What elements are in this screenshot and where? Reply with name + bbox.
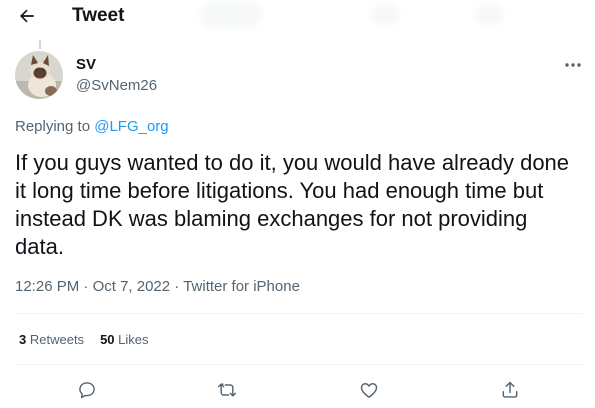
retweets-stat[interactable]: 3 Retweets <box>19 332 84 348</box>
share-button[interactable] <box>497 377 523 403</box>
avatar[interactable] <box>15 51 63 99</box>
like-button[interactable] <box>356 377 382 403</box>
reply-button[interactable] <box>74 377 100 403</box>
likes-stat[interactable]: 50 Likes <box>100 332 148 348</box>
more-options-button[interactable] <box>559 55 587 75</box>
tweet-text: If you guys wanted to do it, you would h… <box>15 150 570 259</box>
cat-avatar-icon <box>15 51 63 99</box>
replying-handle-link[interactable]: @LFG_org <box>94 118 168 135</box>
arrow-left-icon <box>20 9 34 23</box>
likes-label: Likes <box>118 332 149 347</box>
divider <box>15 364 583 365</box>
like-icon <box>360 383 378 398</box>
divider <box>15 313 583 314</box>
thread-line <box>39 40 41 49</box>
replying-prefix: Replying to <box>15 118 91 135</box>
tweet-page: Tweet SV @SvNem26 Replying to @LFG_org I… <box>0 0 595 408</box>
meta-separator: · <box>170 278 184 295</box>
retweet-button[interactable] <box>214 377 240 403</box>
share-icon <box>502 381 518 398</box>
likes-count: 50 <box>100 332 115 347</box>
decorative-blur <box>370 4 400 26</box>
meta-separator: · <box>79 278 93 295</box>
reply-icon <box>79 382 95 399</box>
tweet-source[interactable]: Twitter for iPhone <box>183 278 300 295</box>
retweets-count: 3 <box>19 332 27 347</box>
more-dots-icon <box>565 63 581 67</box>
retweets-label: Retweets <box>29 332 85 347</box>
tweet-time[interactable]: 12:26 PM <box>15 278 79 295</box>
author-name[interactable]: SV <box>76 56 96 74</box>
header: Tweet <box>0 0 595 34</box>
decorative-blur <box>200 2 262 28</box>
back-button[interactable] <box>14 4 40 28</box>
decorative-blur <box>474 4 504 26</box>
tweet-date[interactable]: Oct 7, 2022 <box>93 278 171 295</box>
page-title: Tweet <box>72 5 125 26</box>
replying-to: Replying to @LFG_org <box>15 118 169 136</box>
author-handle[interactable]: @SvNem26 <box>76 77 157 95</box>
tweet-stats: 3 Retweets 50 Likes <box>19 332 165 348</box>
tweet-meta: 12:26 PM · Oct 7, 2022 · Twitter for iPh… <box>15 278 300 296</box>
retweet-icon <box>217 383 237 397</box>
